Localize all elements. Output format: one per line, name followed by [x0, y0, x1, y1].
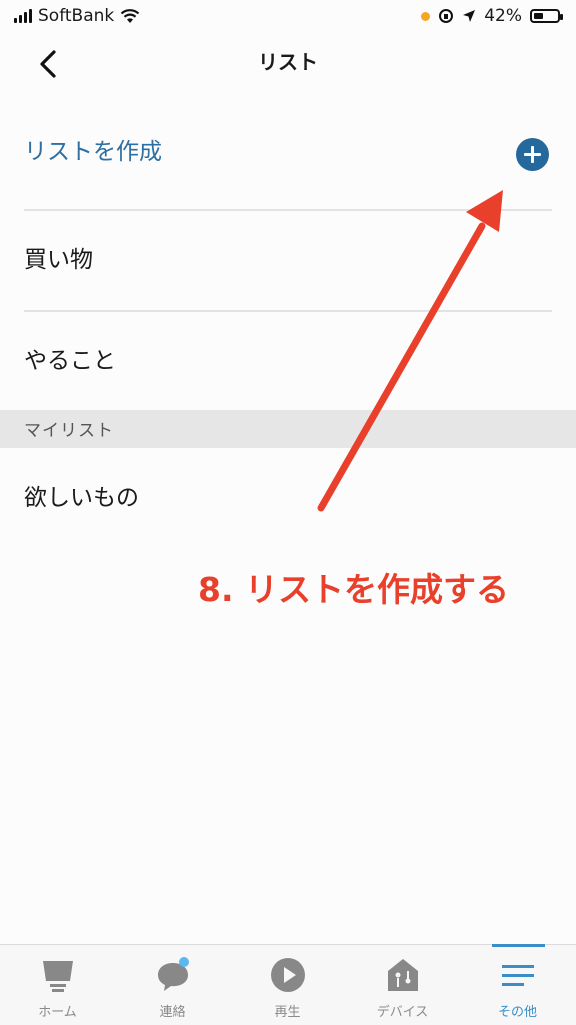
devices-home-icon	[387, 959, 418, 991]
list-item-wishlist[interactable]: 欲しいもの	[24, 478, 139, 512]
tab-label: 再生	[274, 1005, 301, 1020]
home-speaker-icon	[42, 961, 73, 992]
page-title: リスト	[258, 50, 318, 74]
chat-bubble-icon	[157, 957, 189, 991]
wifi-icon	[121, 9, 140, 23]
tab-more[interactable]: その他	[460, 945, 575, 1025]
cellular-signal-icon	[14, 9, 32, 23]
tab-play[interactable]: 再生	[230, 945, 345, 1025]
location-arrow-icon	[463, 10, 476, 22]
carrier-name: SoftBank	[38, 6, 115, 26]
status-right: 42%	[421, 6, 563, 26]
tab-label: その他	[497, 1005, 537, 1020]
tab-home[interactable]: ホーム	[0, 945, 115, 1025]
tab-label: デバイス	[376, 1005, 429, 1020]
section-label: マイリスト	[24, 421, 114, 441]
active-tab-indicator	[492, 944, 545, 947]
tab-label: 連絡	[159, 1005, 186, 1020]
tab-communicate[interactable]: 連絡	[115, 945, 230, 1025]
section-header-my-lists: マイリスト	[0, 410, 576, 448]
annotation-text: 8. リストを作成する	[198, 570, 509, 609]
divider	[24, 310, 552, 312]
battery-icon	[530, 9, 563, 23]
divider	[24, 209, 552, 211]
create-list-label[interactable]: リストを作成	[24, 132, 162, 166]
list-item-todo[interactable]: やること	[24, 341, 116, 375]
add-list-plus-icon[interactable]	[516, 138, 549, 171]
status-left: SoftBank	[14, 6, 140, 26]
battery-percent: 42%	[484, 6, 522, 26]
mic-in-use-dot-icon	[421, 11, 431, 21]
tab-devices[interactable]: デバイス	[345, 945, 460, 1025]
nav-header: リスト	[0, 34, 576, 94]
menu-icon	[501, 965, 534, 986]
tab-bar: ホーム 連絡 再生 デバイス その他	[0, 944, 576, 1025]
create-list-row[interactable]: リストを作成	[0, 110, 576, 210]
tab-label: ホーム	[38, 1005, 77, 1020]
orientation-lock-icon	[439, 9, 454, 23]
status-bar: SoftBank 42%	[0, 0, 576, 34]
play-icon	[270, 958, 305, 992]
list-item-shopping[interactable]: 買い物	[24, 240, 93, 274]
